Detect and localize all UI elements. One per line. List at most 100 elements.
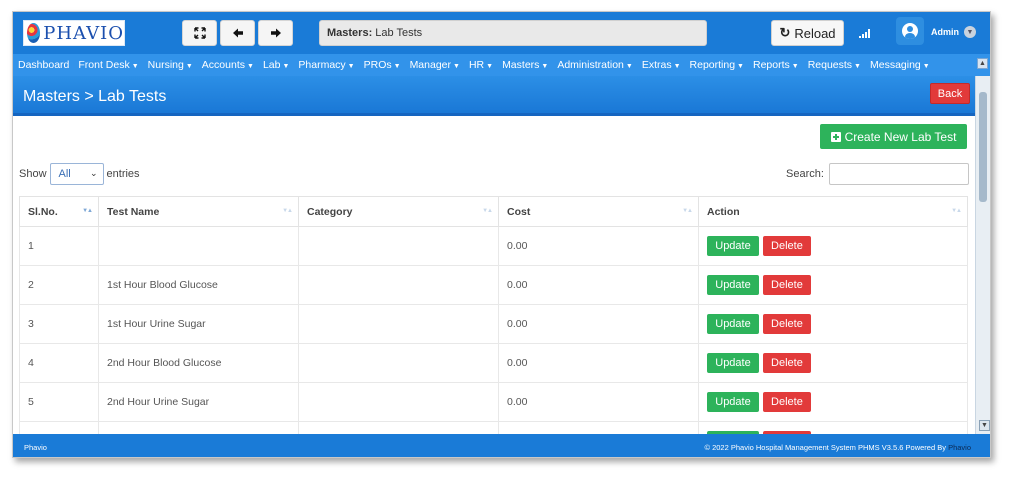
caret-down-icon: ▼ [673, 63, 681, 70]
cell-test-name: 2nd Hour Urine Sugar [98, 382, 299, 422]
nav-item-nursing[interactable]: Nursing ▼ [148, 59, 193, 71]
nav-item-hr[interactable]: HR ▼ [469, 59, 493, 71]
table-row: 1 0.00 Update Delete [19, 226, 968, 266]
delete-button[interactable]: Delete [762, 392, 811, 412]
cell-action: Update Delete [698, 304, 968, 344]
breadcrumb-section: Masters: [327, 27, 373, 39]
sort-icon: ▼▲ [282, 208, 293, 214]
cell-cost: 0.00 [498, 343, 699, 383]
caret-down-icon: ▼ [854, 63, 861, 70]
footer-brand: Phavio [24, 443, 47, 452]
nav-item-messaging[interactable]: Messaging ▼ [870, 59, 930, 71]
sort-icon: ▼▲ [82, 208, 93, 214]
caret-down-icon: ▼ [737, 63, 744, 70]
main-nav: Dashboard Front Desk ▼ Nursing ▼ Accounts ▼ Lab… [13, 54, 990, 76]
vertical-scrollbar[interactable]: ▼ [975, 76, 990, 434]
update-button[interactable]: Update [707, 275, 759, 295]
nav-item-pharmacy[interactable]: Pharmacy ▼ [298, 59, 354, 71]
nav-item-masters[interactable]: Masters ▼ [502, 59, 548, 71]
arrow-right-icon [270, 28, 281, 38]
scroll-down-icon[interactable]: ▼ [979, 420, 990, 431]
nav-item-requests[interactable]: Requests ▼ [808, 59, 861, 71]
cell-sl: 1 [19, 226, 99, 266]
lab-tests-table: Sl.No. ▼▲ Test Name ▼▲ Category ▼▲ Cost ▼▲ A… [19, 196, 968, 434]
nav-item-dashboard[interactable]: Dashboard [18, 59, 69, 71]
reload-button[interactable]: ↻ Reload [771, 20, 844, 46]
plus-square-icon [830, 131, 841, 142]
search-label: Search: [786, 168, 824, 180]
nav-item-extras[interactable]: Extras ▼ [642, 59, 681, 71]
nav-item-administration[interactable]: Administration ▼ [557, 59, 632, 71]
arrow-left-icon [232, 28, 243, 38]
cell-test-name [98, 226, 299, 266]
cell-action: Update Delete [698, 265, 968, 305]
cell-sl: 4 [19, 343, 99, 383]
cell-sl: 3 [19, 304, 99, 344]
search-input[interactable] [828, 163, 969, 185]
cell-test-name [98, 421, 299, 434]
nav-item-manager[interactable]: Manager ▼ [410, 59, 460, 71]
breadcrumb-page: Lab Tests [375, 27, 423, 39]
breadcrumb: Masters: Lab Tests [319, 20, 707, 46]
column-header-cost[interactable]: Cost ▼▲ [498, 196, 699, 227]
caret-down-icon: ▼ [282, 63, 290, 70]
cell-action: Update Delete [698, 421, 968, 434]
user-icon [902, 23, 918, 39]
nav-item-lab[interactable]: Lab ▼ [263, 59, 289, 71]
nav-item-pros[interactable]: PROs ▼ [364, 59, 401, 71]
delete-button[interactable]: Delete [762, 353, 811, 373]
table-row: 4 2nd Hour Blood Glucose 0.00 Update Delete [19, 343, 968, 383]
nav-item-reports[interactable]: Reports ▼ [753, 59, 799, 71]
nav-item-reporting[interactable]: Reporting ▼ [690, 59, 744, 71]
cell-action: Update Delete [698, 382, 968, 422]
cell-category [298, 382, 499, 422]
update-button[interactable]: Update [707, 353, 759, 373]
app-logo[interactable]: PHAVIO [23, 20, 125, 46]
top-bar: PHAVIO Masters: Lab Tests ↻ Reload Admin… [13, 12, 990, 54]
cell-cost: 0.00 [498, 382, 699, 422]
table-row: Update Delete [19, 421, 968, 434]
forward-arrow-button[interactable] [258, 20, 293, 46]
fullscreen-button[interactable] [182, 20, 217, 46]
delete-button[interactable]: Delete [762, 275, 811, 295]
reload-label: Reload [794, 25, 836, 41]
page-header: Masters > Lab Tests Back [13, 76, 975, 116]
update-button[interactable]: Update [707, 314, 759, 334]
footer-copyright: © 2022 Phavio Hospital Management System… [704, 443, 971, 452]
app-window: PHAVIO Masters: Lab Tests ↻ Reload Admin… [12, 11, 991, 458]
cell-category [298, 304, 499, 344]
caret-down-icon: ▼ [453, 63, 460, 70]
update-button[interactable]: Update [707, 392, 759, 412]
back-arrow-button[interactable] [220, 20, 255, 46]
cell-category [298, 421, 499, 434]
column-header-sl[interactable]: Sl.No. ▼▲ [19, 196, 99, 227]
page-title: Masters > Lab Tests [23, 88, 167, 105]
column-header-action[interactable]: Action ▼▲ [698, 196, 968, 227]
cell-cost [498, 421, 699, 434]
nav-item-front-desk[interactable]: Front Desk ▼ [78, 59, 138, 71]
user-name[interactable]: Admin [931, 27, 959, 37]
chevron-down-icon: ⌄ [89, 168, 98, 178]
caret-down-icon: ▼ [791, 63, 799, 70]
nav-scroll-up-icon[interactable]: ▲ [977, 58, 988, 69]
chevron-down-icon[interactable]: ▼ [964, 26, 976, 38]
column-header-category[interactable]: Category ▼▲ [298, 196, 499, 227]
delete-button[interactable]: Delete [762, 314, 811, 334]
cell-category [298, 343, 499, 383]
table-search: Search: [786, 163, 969, 185]
user-avatar[interactable] [896, 17, 924, 45]
caret-down-icon: ▼ [347, 63, 355, 70]
caret-down-icon: ▼ [541, 63, 549, 70]
nav-item-accounts[interactable]: Accounts ▼ [202, 59, 254, 71]
page-size-select[interactable]: All ⌄ [49, 163, 104, 185]
scrollbar-thumb[interactable] [979, 92, 987, 202]
update-button[interactable]: Update [707, 236, 759, 256]
delete-button[interactable]: Delete [762, 236, 811, 256]
create-lab-test-button[interactable]: Create New Lab Test [820, 124, 967, 149]
cell-sl [19, 421, 99, 434]
table-row: 2 1st Hour Blood Glucose 0.00 Update Delete [19, 265, 968, 305]
column-header-test-name[interactable]: Test Name ▼▲ [98, 196, 299, 227]
back-button[interactable]: Back [930, 83, 970, 104]
cell-test-name: 1st Hour Blood Glucose [98, 265, 299, 305]
footer-powered-link[interactable]: Phavio [948, 443, 971, 452]
